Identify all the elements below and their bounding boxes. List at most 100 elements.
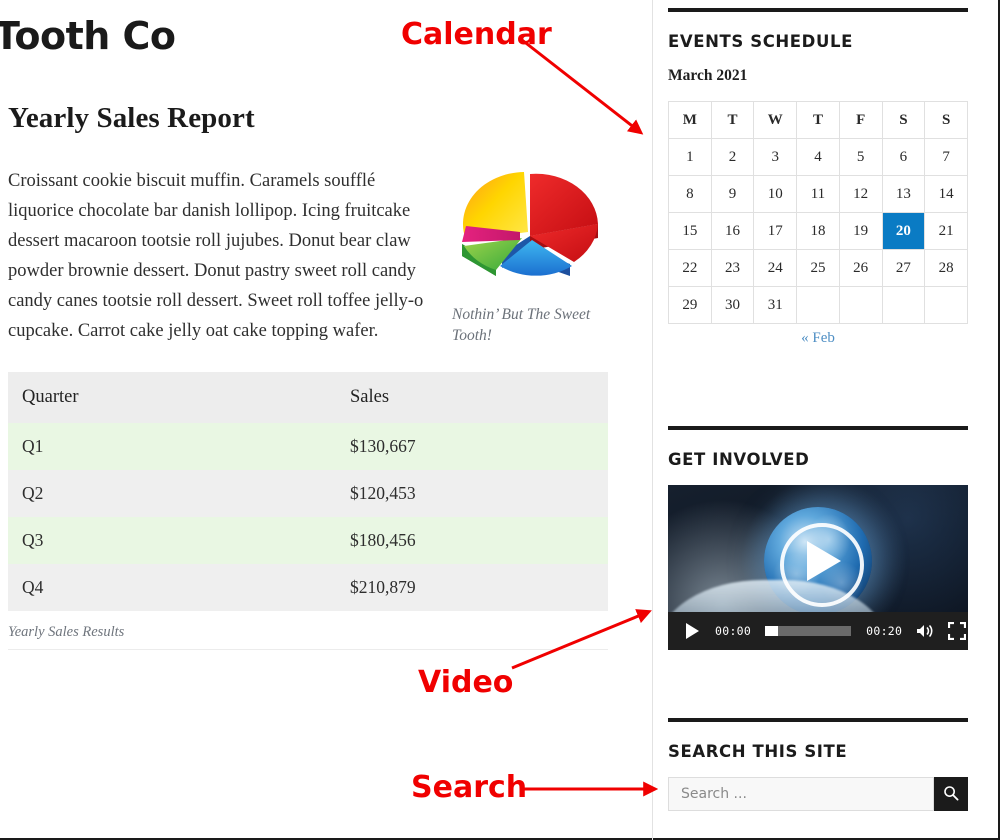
calendar-day[interactable]: 23 — [710, 249, 755, 287]
calendar-day-today[interactable]: 20 — [881, 212, 926, 250]
calendar-month-label: March 2021 — [668, 67, 748, 84]
calendar-day[interactable]: 17 — [753, 212, 798, 250]
main-content-column: Tooth Co Yearly Sales Report Croissant c… — [0, 0, 640, 840]
calendar-day[interactable]: 8 — [668, 175, 712, 213]
cell-sales: $120,453 — [336, 470, 608, 517]
calendar-week-row: 29 30 31 — [668, 286, 968, 324]
widget-search: SEARCH THIS SITE — [668, 718, 968, 811]
calendar-day[interactable]: 10 — [753, 175, 798, 213]
volume-icon[interactable] — [916, 623, 936, 639]
calendar-weekday: S — [881, 101, 926, 139]
calendar-head: M T W T F S S — [668, 101, 968, 139]
figure-caption: Nothin’ But The Sweet Tooth! — [452, 306, 591, 344]
sales-table: Quarter Sales Q1 $130,667 Q2 $120,453 Q3… — [8, 372, 608, 611]
calendar-day[interactable]: 6 — [881, 138, 926, 176]
widget-events-schedule: EVENTS SCHEDULE March 2021 M T W T F S S — [668, 8, 968, 347]
calendar-day[interactable]: 21 — [924, 212, 968, 250]
annotation-label-search: Search — [411, 770, 528, 805]
calendar-day-empty — [924, 286, 968, 324]
cell-quarter: Q2 — [8, 470, 336, 517]
calendar-day[interactable]: 19 — [838, 212, 883, 250]
calendar-day[interactable]: 28 — [924, 249, 968, 287]
calendar-weekday: W — [753, 101, 798, 139]
calendar-day-empty — [796, 286, 840, 324]
video-current-time: 00:00 — [715, 624, 752, 638]
table-row: Q3 $180,456 — [8, 517, 608, 564]
calendar-weekday: F — [838, 101, 883, 139]
column-header-quarter: Quarter — [8, 372, 336, 423]
page-title: Yearly Sales Report — [8, 102, 255, 134]
calendar-week-row: 8 9 10 11 12 13 14 — [668, 175, 968, 213]
widget-top-rule — [668, 426, 968, 430]
video-control-bar[interactable]: 00:00 00:20 — [668, 612, 968, 650]
video-progress-bar[interactable] — [765, 626, 852, 636]
search-input[interactable] — [668, 777, 934, 811]
cell-quarter: Q3 — [8, 517, 336, 564]
calendar-day[interactable]: 3 — [753, 138, 798, 176]
calendar-day[interactable]: 22 — [668, 249, 712, 287]
search-button[interactable] — [934, 777, 968, 811]
cell-sales: $180,456 — [336, 517, 608, 564]
widget-title-events: EVENTS SCHEDULE — [668, 32, 853, 51]
table-row: Q2 $120,453 — [8, 470, 608, 517]
calendar-day[interactable]: 25 — [796, 249, 840, 287]
calendar-day[interactable]: 2 — [710, 138, 755, 176]
calendar-weekday: M — [668, 101, 712, 139]
sidebar: EVENTS SCHEDULE March 2021 M T W T F S S — [660, 0, 980, 840]
calendar-prev-month-link[interactable]: « Feb — [801, 330, 835, 346]
article-body-text: Croissant cookie biscuit muffin. Caramel… — [8, 171, 424, 341]
calendar-day[interactable]: 5 — [838, 138, 883, 176]
calendar-day[interactable]: 26 — [838, 249, 883, 287]
calendar-week-row: 1 2 3 4 5 6 7 — [668, 138, 968, 176]
video-progress-handle[interactable] — [765, 626, 779, 636]
calendar-day[interactable]: 11 — [796, 175, 840, 213]
search-icon — [943, 785, 959, 804]
sales-table-body: Q1 $130,667 Q2 $120,453 Q3 $180,456 Q4 $… — [8, 423, 608, 611]
pie-chart-svg — [462, 172, 598, 276]
calendar-day[interactable]: 7 — [924, 138, 968, 176]
calendar-day[interactable]: 13 — [881, 175, 926, 213]
table-caption: Yearly Sales Results — [8, 624, 608, 650]
widget-title-search: SEARCH THIS SITE — [668, 742, 848, 761]
calendar-day[interactable]: 9 — [710, 175, 755, 213]
calendar-day[interactable]: 24 — [753, 249, 798, 287]
calendar-week-row: 15 16 17 18 19 20 21 — [668, 212, 968, 250]
calendar-day[interactable]: 15 — [668, 212, 712, 250]
table-header-row: Quarter Sales — [8, 372, 608, 423]
calendar-day[interactable]: 4 — [796, 138, 840, 176]
calendar-day[interactable]: 16 — [710, 212, 755, 250]
annotation-label-video: Video — [418, 665, 514, 700]
calendar-day[interactable]: 30 — [710, 286, 755, 324]
cell-sales: $130,667 — [336, 423, 608, 470]
widget-title-video: GET INVOLVED — [668, 450, 810, 469]
calendar-body: 1 2 3 4 5 6 7 8 9 10 11 12 13 14 15 16 1… — [668, 138, 968, 324]
calendar-week-row: 22 23 24 25 26 27 28 — [668, 249, 968, 287]
calendar-day[interactable]: 29 — [668, 286, 712, 324]
site-title: Tooth Co — [0, 14, 176, 58]
table-row: Q4 $210,879 — [8, 564, 608, 611]
calendar-day[interactable]: 18 — [796, 212, 840, 250]
calendar-nav: « Feb — [668, 330, 968, 347]
fullscreen-icon[interactable] — [948, 622, 967, 640]
calendar-table[interactable]: M T W T F S S 1 2 3 4 5 6 7 8 9 10 11 12… — [668, 101, 968, 324]
calendar-weekday: S — [924, 101, 968, 139]
video-player[interactable]: 00:00 00:20 — [668, 485, 968, 650]
calendar-day[interactable]: 1 — [668, 138, 712, 176]
column-header-sales: Sales — [336, 372, 608, 423]
sales-table-head: Quarter Sales — [8, 372, 608, 423]
article-figure: Nothin’ But The Sweet Tooth! — [452, 168, 612, 346]
page-root: Tooth Co Yearly Sales Report Croissant c… — [0, 0, 998, 840]
calendar-day[interactable]: 27 — [881, 249, 926, 287]
calendar-day-empty — [838, 286, 883, 324]
search-form — [668, 777, 968, 811]
play-icon[interactable] — [686, 623, 699, 639]
play-icon[interactable] — [807, 541, 841, 581]
annotation-label-calendar: Calendar — [401, 17, 552, 52]
video-duration: 00:20 — [866, 624, 903, 638]
calendar-day[interactable]: 14 — [924, 175, 968, 213]
calendar-day-empty — [881, 286, 926, 324]
widget-get-involved: GET INVOLVED 00:00 00:20 — [668, 426, 968, 650]
calendar-day[interactable]: 12 — [838, 175, 883, 213]
calendar-day[interactable]: 31 — [753, 286, 798, 324]
table-row: Q1 $130,667 — [8, 423, 608, 470]
